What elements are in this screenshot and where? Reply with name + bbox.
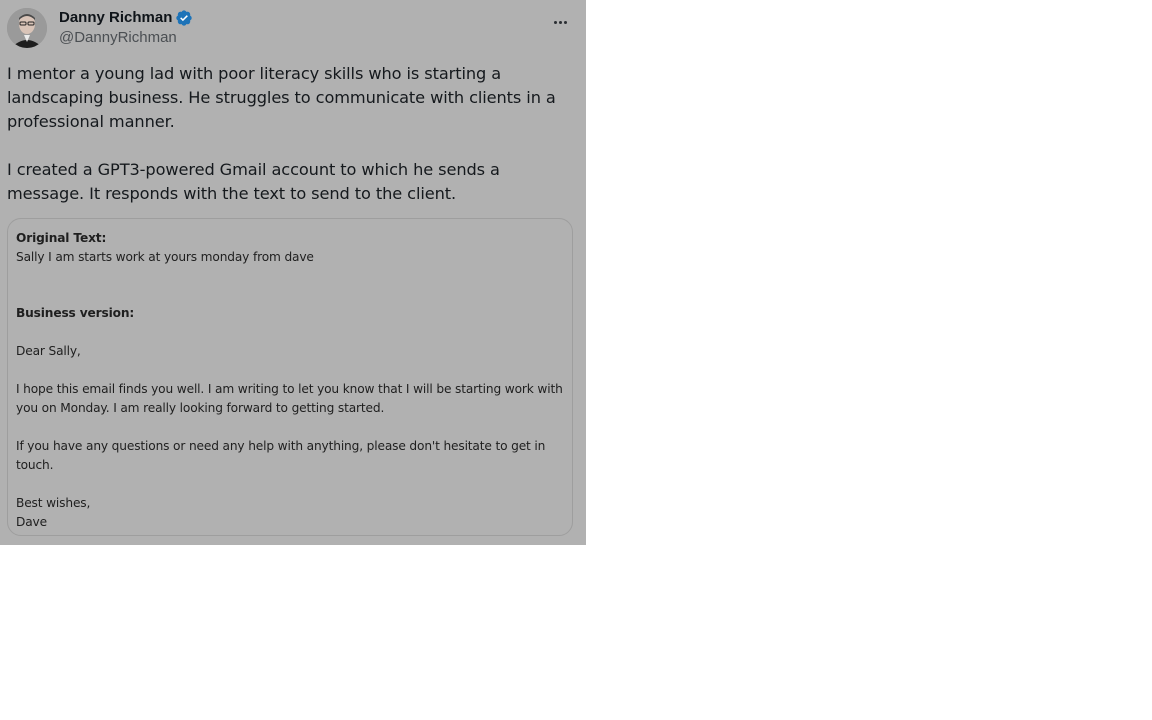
avatar[interactable]	[7, 8, 47, 48]
original-text: Sally I am starts work at yours monday f…	[16, 250, 314, 264]
more-options-icon[interactable]	[550, 12, 570, 32]
original-heading: Original Text:	[16, 231, 107, 245]
email-screenshot: Original Text: Sally I am starts work at…	[16, 229, 566, 532]
tweet-text: I mentor a young lad with poor literacy …	[7, 62, 577, 206]
author-names: Danny Richman @DannyRichman	[59, 8, 193, 48]
tweet-header: Danny Richman @DannyRichman	[7, 8, 577, 50]
email-signature: Dave	[16, 515, 47, 529]
email-greeting: Dear Sally,	[16, 344, 81, 358]
tweet-paragraph-2: I created a GPT3-powered Gmail account t…	[7, 160, 500, 203]
avatar-photo-icon	[7, 8, 47, 48]
tweet-paragraph-1: I mentor a young lad with poor literacy …	[7, 64, 556, 131]
display-name-row: Danny Richman	[59, 8, 193, 28]
email-body-2: If you have any questions or need any he…	[16, 439, 549, 472]
display-name[interactable]: Danny Richman	[59, 8, 172, 28]
email-signoff: Best wishes,	[16, 496, 91, 510]
author-handle[interactable]: @DannyRichman	[59, 28, 193, 48]
email-body-1: I hope this email finds you well. I am w…	[16, 382, 567, 415]
tweet-card: Danny Richman @DannyRichman I mentor a y…	[0, 0, 586, 545]
tweet-image[interactable]: Original Text: Sally I am starts work at…	[7, 218, 573, 536]
business-heading: Business version:	[16, 306, 135, 320]
verified-badge-icon	[175, 9, 193, 27]
